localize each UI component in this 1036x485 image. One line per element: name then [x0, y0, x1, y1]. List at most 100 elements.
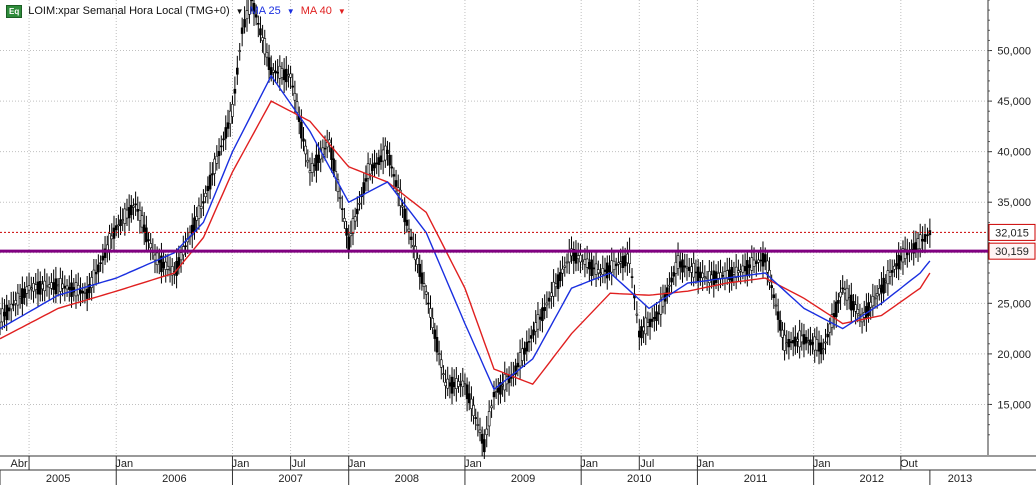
price-candle-body — [5, 304, 9, 321]
price-candle-body — [552, 281, 555, 297]
price-candle-body — [791, 340, 795, 344]
price-candle-body — [155, 252, 159, 265]
price-candle-body — [918, 234, 922, 250]
price-candle-body — [813, 336, 817, 351]
price-candle-body — [683, 265, 687, 268]
price-candle-body — [869, 301, 872, 308]
price-candle-body — [263, 38, 267, 55]
y-tick-label: 35,000 — [997, 197, 1031, 209]
price-candle-body — [3, 311, 6, 317]
price-candle-body — [269, 67, 273, 76]
price-candle-body — [14, 300, 17, 304]
price-candle-body — [766, 260, 769, 273]
price-candle-body — [121, 219, 124, 221]
x-month-label: Jan — [580, 458, 598, 470]
price-candle-body — [29, 287, 33, 290]
price-candle-body — [199, 206, 203, 209]
price-candle-body — [63, 285, 67, 289]
price-candle-body — [494, 391, 498, 393]
price-candle-body — [394, 180, 398, 187]
price-candle-body — [834, 301, 838, 318]
last-price-label: 32,015 — [995, 227, 1029, 239]
price-candle-body — [837, 299, 840, 304]
price-candle-body — [806, 340, 810, 343]
price-candle-body — [646, 322, 650, 327]
price-candle-body — [886, 270, 890, 285]
symbol-dropdown-icon[interactable]: ▼ — [236, 7, 244, 16]
price-candle-body — [538, 316, 542, 320]
price-candle-body — [630, 276, 634, 278]
price-candle-body — [362, 182, 366, 195]
price-candle-body — [368, 163, 372, 175]
price-candle-body — [556, 274, 560, 289]
price-candle-body — [25, 286, 29, 294]
price-candle-body — [217, 150, 221, 157]
price-candle-body — [681, 259, 684, 273]
equity-badge[interactable]: Eq — [6, 4, 23, 18]
price-candle-body — [422, 283, 426, 287]
price-candle-body — [576, 255, 580, 260]
price-candle-body — [411, 245, 415, 247]
price-candle-body — [648, 318, 652, 328]
price-candle-body — [197, 205, 201, 220]
x-month-label: Jan — [464, 458, 482, 470]
price-candle-body — [345, 228, 348, 236]
price-candle-body — [304, 145, 307, 155]
symbol-label[interactable]: LOIM:xpar Semanal Hora Local (TMG+0) — [28, 5, 229, 17]
x-year-label: 2013 — [948, 473, 972, 485]
x-month-label: Jan — [232, 458, 250, 470]
x-year-label: 2007 — [278, 473, 302, 485]
support-price-label: 30,159 — [995, 246, 1029, 258]
price-candle-body — [923, 234, 927, 242]
price-candle-body — [685, 266, 689, 269]
price-candle-body — [875, 293, 879, 297]
price-candle-body — [877, 288, 881, 295]
price-candle-body — [166, 265, 170, 270]
x-month-label: Jan — [697, 458, 715, 470]
ma40-label[interactable]: MA 40 — [301, 5, 332, 17]
y-tick-label: 50,000 — [997, 46, 1031, 58]
y-tick-label: 15,000 — [997, 399, 1031, 411]
ma25-label[interactable]: MA 25 — [250, 5, 281, 17]
price-candle-body — [366, 163, 370, 179]
price-candle-body — [716, 272, 720, 279]
price-candle-body — [224, 127, 228, 139]
price-candle-body — [162, 261, 165, 268]
price-candle-body — [841, 287, 845, 290]
price-candle-body — [375, 162, 378, 165]
price-candle-body — [142, 224, 146, 233]
price-candle-body — [692, 262, 695, 278]
price-candle-body — [461, 380, 465, 387]
price-candle-body — [672, 272, 676, 277]
price-candle-body — [65, 285, 69, 290]
price-candle-body — [386, 149, 389, 154]
price-candle-body — [809, 339, 812, 346]
price-candle-body — [650, 318, 654, 322]
price-candle-body — [563, 265, 567, 268]
price-candle-body — [353, 216, 357, 222]
price-candle-body — [592, 267, 596, 270]
price-candle-body — [668, 284, 671, 287]
price-candle-body — [699, 271, 702, 279]
price-candle-body — [800, 335, 804, 343]
price-candle-body — [280, 68, 284, 78]
ma25-dropdown-icon[interactable]: ▼ — [287, 7, 295, 16]
price-candle-body — [81, 290, 85, 294]
price-candle-body — [843, 289, 847, 294]
price-candle-body — [226, 122, 230, 129]
price-candle-body — [403, 208, 406, 223]
price-candle-body — [547, 297, 551, 302]
price-candle-body — [383, 145, 387, 161]
price-candle-body — [379, 155, 383, 163]
price-candle-body — [478, 429, 482, 433]
price-candle-body — [381, 149, 385, 162]
price-candle-body — [457, 381, 460, 387]
price-candle-body — [772, 294, 776, 299]
price-candle-body — [317, 154, 320, 163]
price-candle-body — [343, 218, 346, 222]
price-candle-body — [653, 316, 656, 320]
price-candle-body — [0, 308, 4, 323]
price-candle-body — [882, 277, 885, 294]
price-candle-body — [265, 52, 269, 58]
ma40-dropdown-icon[interactable]: ▼ — [338, 7, 346, 16]
